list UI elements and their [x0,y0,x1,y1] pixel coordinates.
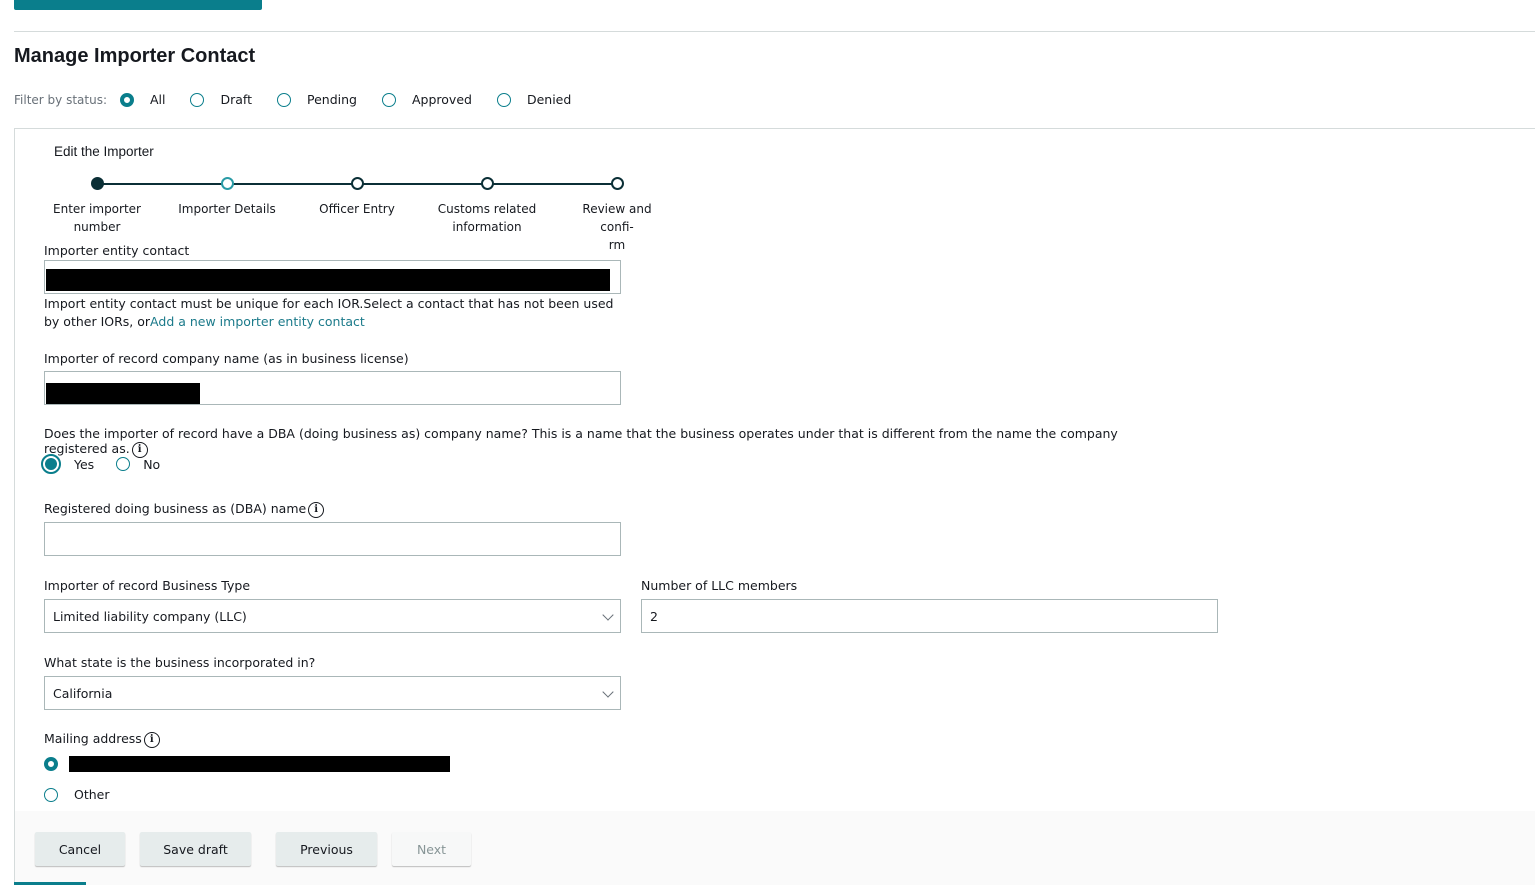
entity-contact-label: Importer entity contact [44,243,190,258]
redacted-value [69,756,450,772]
dba-question-text: Does the importer of record have a DBA (… [44,426,1118,456]
step-label: Officer Entry [319,202,395,216]
filter-option-label: Pending [307,92,357,107]
redacted-value [46,269,610,291]
filter-option-pending[interactable]: Pending [277,92,357,107]
radio-pending[interactable] [277,92,291,107]
business-type-select[interactable]: Limited liability company (LLC) [44,599,621,633]
step-enter-importer-number[interactable]: Enter importer number [47,176,147,236]
panel-title: Edit the Importer [54,144,154,159]
filter-option-draft[interactable]: Draft [190,92,252,107]
radio-yes[interactable] [41,454,61,474]
dba-radio-group: Yes No [41,454,182,474]
edit-importer-panel: Edit the Importer Enter importer number I… [14,128,1535,885]
business-type-value: Limited liability company (LLC) [53,608,247,624]
state-label: What state is the business incorporated … [44,655,316,670]
step-label: Review and confi-rm [582,202,652,252]
radio-approved[interactable] [381,92,396,107]
radio-draft[interactable] [190,92,205,107]
chevron-down-icon [602,686,614,698]
business-type-label: Importer of record Business Type [44,578,251,593]
llc-members-input[interactable]: 2 [641,599,1218,633]
step-label: Customs related information [437,202,537,234]
entity-contact-select[interactable] [44,260,621,294]
company-name-label: Importer of record company name (as in b… [44,351,409,366]
step-label: Enter importer number [53,202,141,234]
llc-members-value: 2 [650,608,658,624]
state-value: California [53,685,113,701]
entity-contact-hint: Import entity contact must be unique for… [44,295,624,331]
step-dot-done [90,177,104,190]
add-entity-contact-link[interactable]: Add a new importer entity contact [150,314,365,329]
next-button[interactable]: Next [392,832,471,866]
step-dot-current [220,177,234,190]
step-label: Importer Details [178,202,276,216]
step-importer-details[interactable]: Importer Details [177,176,277,218]
page-title: Manage Importer Contact [14,45,256,67]
option-label: Yes [74,456,95,472]
step-dot [480,177,494,190]
dba-name-label: Registered doing business as (DBA) name i [44,501,325,518]
dba-name-input[interactable] [44,522,621,556]
dba-yes-option[interactable]: Yes [41,454,116,474]
mailing-address-option-existing[interactable] [44,756,450,772]
radio-denied[interactable] [496,92,511,107]
dba-question: Does the importer of record have a DBA (… [44,426,1184,458]
step-officer-entry[interactable]: Officer Entry [307,176,407,218]
filter-option-label: Approved [411,92,472,107]
form-footer: Cancel Save draft Previous Next [15,811,1535,885]
status-filter: Filter by status: All Draft Pending Appr… [14,92,596,107]
radio-no[interactable] [116,457,131,471]
step-dot [350,177,364,190]
mailing-address-label: Mailing address i [44,731,160,748]
filter-option-approved[interactable]: Approved [381,92,472,107]
filter-option-label: Denied [526,92,572,107]
dba-no-option[interactable]: No [116,457,182,472]
mailing-address-option-other[interactable]: Other [44,787,110,802]
chevron-down-icon [602,609,614,621]
filter-option-label: All [149,92,166,107]
save-draft-button[interactable]: Save draft [140,832,251,866]
filter-option-denied[interactable]: Denied [496,92,572,107]
top-action-button[interactable] [14,0,262,10]
info-icon[interactable]: i [308,501,325,518]
radio-other-address[interactable] [44,787,58,802]
filter-option-all[interactable]: All [119,92,166,107]
filter-label: Filter by status: [14,92,107,107]
step-review-confirm[interactable]: Review and confi-rm [567,176,667,254]
wizard-stepper: Enter importer number Importer Details Of… [45,176,685,252]
dba-name-label-text: Registered doing business as (DBA) name [44,501,307,516]
info-icon[interactable]: i [143,731,160,748]
radio-all[interactable] [119,92,134,107]
step-customs-info[interactable]: Customs related information [437,176,537,236]
previous-button[interactable]: Previous [276,832,377,866]
top-divider [14,31,1535,32]
filter-option-label: Draft [220,92,252,107]
redacted-value [46,383,200,404]
cancel-button[interactable]: Cancel [35,832,125,866]
option-label: Other [74,787,110,802]
step-dot [610,177,624,190]
mailing-address-label-text: Mailing address [44,731,142,746]
radio-existing-address[interactable] [44,757,58,771]
llc-members-label: Number of LLC members [641,578,798,593]
state-select[interactable]: California [44,676,621,710]
company-name-input[interactable] [44,371,621,405]
option-label: No [143,456,161,472]
